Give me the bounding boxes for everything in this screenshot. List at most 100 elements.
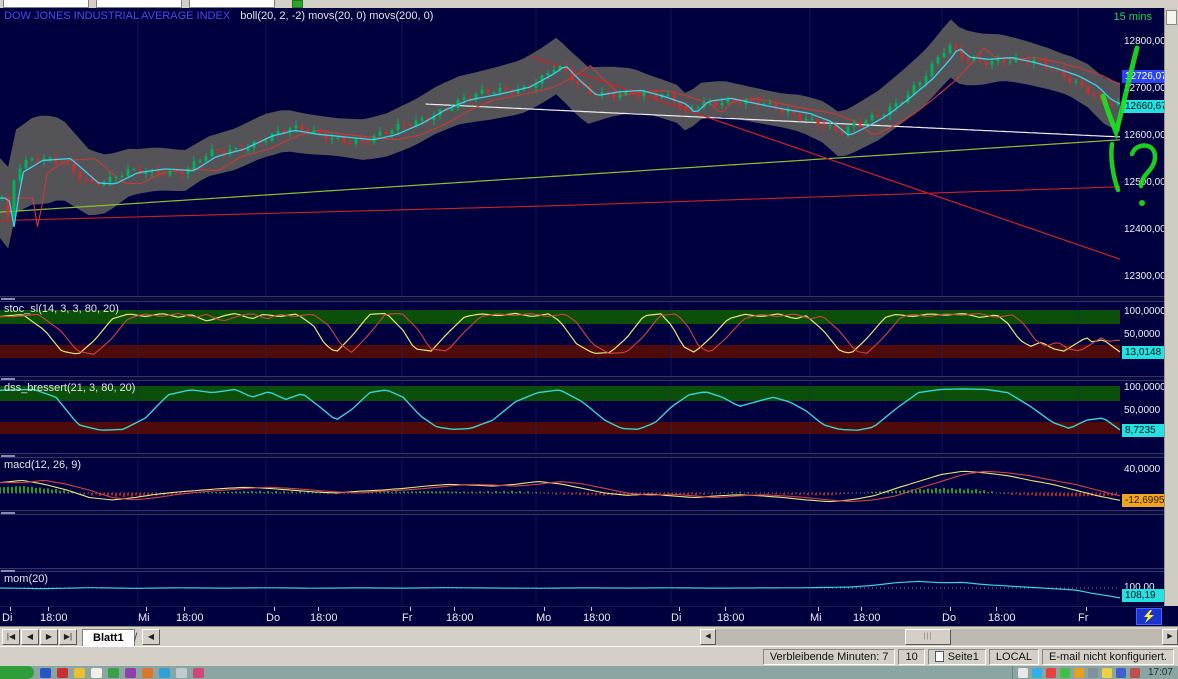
tab-scroll-left-button[interactable]: ◀ bbox=[142, 629, 160, 645]
threshold-zone bbox=[0, 345, 1120, 358]
windows-taskbar: 17:07 bbox=[0, 666, 1178, 679]
prev-sheet-button[interactable]: ◀ bbox=[21, 629, 39, 645]
empty-indicator-panel[interactable] bbox=[0, 515, 1164, 568]
threshold-zone bbox=[0, 422, 1120, 434]
x-axis-label: 18:00 bbox=[446, 612, 474, 624]
app-icon[interactable] bbox=[57, 668, 68, 678]
status-bar: Verbleibende Minuten: 710Seite1LOCALE-ma… bbox=[0, 646, 1178, 666]
tray-icon[interactable] bbox=[1116, 668, 1126, 678]
vertical-scrollbar-thumb[interactable] bbox=[1166, 10, 1177, 25]
panel-splitter[interactable] bbox=[0, 453, 1164, 458]
stochastic-label: stoc_sl(14, 3, 3, 80, 20) bbox=[4, 303, 119, 315]
x-axis-tick bbox=[818, 607, 819, 611]
x-axis-label: 18:00 bbox=[176, 612, 204, 624]
panel-splitter[interactable] bbox=[0, 510, 1164, 515]
next-sheet-button[interactable]: ▶ bbox=[40, 629, 58, 645]
x-axis-label: Mo bbox=[536, 612, 551, 624]
app-icon[interactable] bbox=[40, 668, 51, 678]
horizontal-scrollbar[interactable]: ◀ ||| ▶ bbox=[700, 629, 1178, 645]
x-axis-tick bbox=[146, 607, 147, 611]
first-sheet-button[interactable]: |◀ bbox=[2, 629, 20, 645]
x-axis-label: Mi bbox=[810, 612, 822, 624]
panel-stoc-canvas bbox=[0, 302, 1122, 376]
x-axis-tick bbox=[1086, 607, 1087, 611]
panel-splitter[interactable] bbox=[0, 568, 1164, 572]
app-icon[interactable] bbox=[125, 668, 136, 678]
x-axis-tick bbox=[679, 607, 680, 611]
scroll-left-arrow-icon[interactable]: ◀ bbox=[700, 629, 716, 645]
toolbar-dropdown[interactable] bbox=[189, 0, 275, 8]
app-icon[interactable] bbox=[74, 668, 85, 678]
dss-bressert-label: dss_bressert(21, 3, 80, 20) bbox=[4, 382, 135, 394]
time-axis: Di18:00Mi18:00Do18:00Fr18:00Mo18:00Di18:… bbox=[0, 606, 1164, 626]
vertical-scrollbar[interactable] bbox=[1164, 8, 1178, 606]
system-tray: 17:07 bbox=[1012, 666, 1178, 679]
sheet-tab-blatt1[interactable]: Blatt1 bbox=[82, 629, 135, 646]
tray-icon[interactable] bbox=[1018, 668, 1028, 678]
x-axis-tick bbox=[544, 607, 545, 611]
x-axis-tick bbox=[10, 607, 11, 611]
panel-splitter[interactable] bbox=[0, 376, 1164, 381]
x-axis-tick bbox=[318, 607, 319, 611]
status-local: LOCAL bbox=[989, 649, 1039, 665]
main-chart-panel[interactable]: DOW JONES INDUSTRIAL AVERAGE INDEX boll(… bbox=[0, 8, 1164, 296]
toolbar-green-button[interactable] bbox=[292, 0, 303, 8]
panel-dss-canvas bbox=[0, 381, 1122, 453]
tray-icon[interactable] bbox=[1088, 668, 1098, 678]
start-button[interactable] bbox=[0, 666, 34, 679]
panel-splitter[interactable] bbox=[0, 296, 1164, 302]
x-axis-tick bbox=[591, 607, 592, 611]
app-icon[interactable] bbox=[159, 668, 170, 678]
momentum-panel[interactable]: mom(20) bbox=[0, 572, 1164, 606]
panel-macd-canvas bbox=[0, 458, 1122, 510]
x-axis-label: Do bbox=[266, 612, 280, 624]
macd-histogram bbox=[0, 486, 1116, 497]
x-axis-tick bbox=[410, 607, 411, 611]
trading-app-window: DOW JONES INDUSTRIAL AVERAGE INDEX boll(… bbox=[0, 0, 1178, 679]
x-axis-label: 18:00 bbox=[310, 612, 338, 624]
quick-launch-area bbox=[34, 668, 204, 678]
x-axis-label: 18:00 bbox=[717, 612, 745, 624]
app-icon[interactable] bbox=[176, 668, 187, 678]
last-sheet-button[interactable]: ▶| bbox=[59, 629, 77, 645]
momentum-label: mom(20) bbox=[4, 573, 48, 585]
macd-label: macd(12, 26, 9) bbox=[4, 459, 81, 471]
chart-title: DOW JONES INDUSTRIAL AVERAGE INDEX bbox=[4, 10, 230, 22]
x-axis-tick bbox=[184, 607, 185, 611]
bollinger-band bbox=[0, 19, 1120, 248]
tray-icon[interactable] bbox=[1074, 668, 1084, 678]
x-axis-label: 18:00 bbox=[988, 612, 1016, 624]
tray-icon[interactable] bbox=[1102, 668, 1112, 678]
x-axis-label: Do bbox=[942, 612, 956, 624]
toolbar-dropdown[interactable] bbox=[96, 0, 182, 8]
x-axis-tick bbox=[861, 607, 862, 611]
tray-icon[interactable] bbox=[1032, 668, 1042, 678]
panel-mom-canvas bbox=[0, 572, 1122, 606]
horizontal-scrollbar-thumb[interactable]: ||| bbox=[905, 629, 951, 645]
x-axis-label: 18:00 bbox=[853, 612, 881, 624]
tray-icon[interactable] bbox=[1130, 668, 1140, 678]
page-icon bbox=[935, 651, 944, 662]
scroll-right-arrow-icon[interactable]: ▶ bbox=[1162, 629, 1178, 645]
x-axis-tick bbox=[725, 607, 726, 611]
tray-icon[interactable] bbox=[1046, 668, 1056, 678]
status-remaining-minutes: Verbleibende Minuten: 7 bbox=[763, 649, 896, 665]
x-axis-label: Fr bbox=[402, 612, 412, 624]
taskbar-clock: 17:07 bbox=[1148, 667, 1173, 678]
app-icon[interactable] bbox=[108, 668, 119, 678]
app-icon[interactable] bbox=[142, 668, 153, 678]
lightning-button[interactable] bbox=[1136, 608, 1162, 625]
app-icon[interactable] bbox=[193, 668, 204, 678]
status-number: 10 bbox=[898, 649, 924, 665]
stochastic-panel[interactable]: stoc_sl(14, 3, 3, 80, 20) bbox=[0, 302, 1164, 376]
toolbar-dropdown[interactable] bbox=[3, 0, 89, 8]
x-axis-tick bbox=[950, 607, 951, 611]
tray-icon[interactable] bbox=[1060, 668, 1070, 678]
main-chart-canvas bbox=[0, 8, 1122, 296]
macd-panel[interactable]: macd(12, 26, 9) bbox=[0, 458, 1164, 510]
dss-bressert-panel[interactable]: dss_bressert(21, 3, 80, 20) bbox=[0, 381, 1164, 453]
app-icon[interactable] bbox=[91, 668, 102, 678]
x-axis-tick bbox=[996, 607, 997, 611]
chart-indicator-params: boll(20, 2, -2) movs(20, 0) movs(200, 0) bbox=[240, 10, 433, 22]
x-axis-label: Fr bbox=[1078, 612, 1088, 624]
